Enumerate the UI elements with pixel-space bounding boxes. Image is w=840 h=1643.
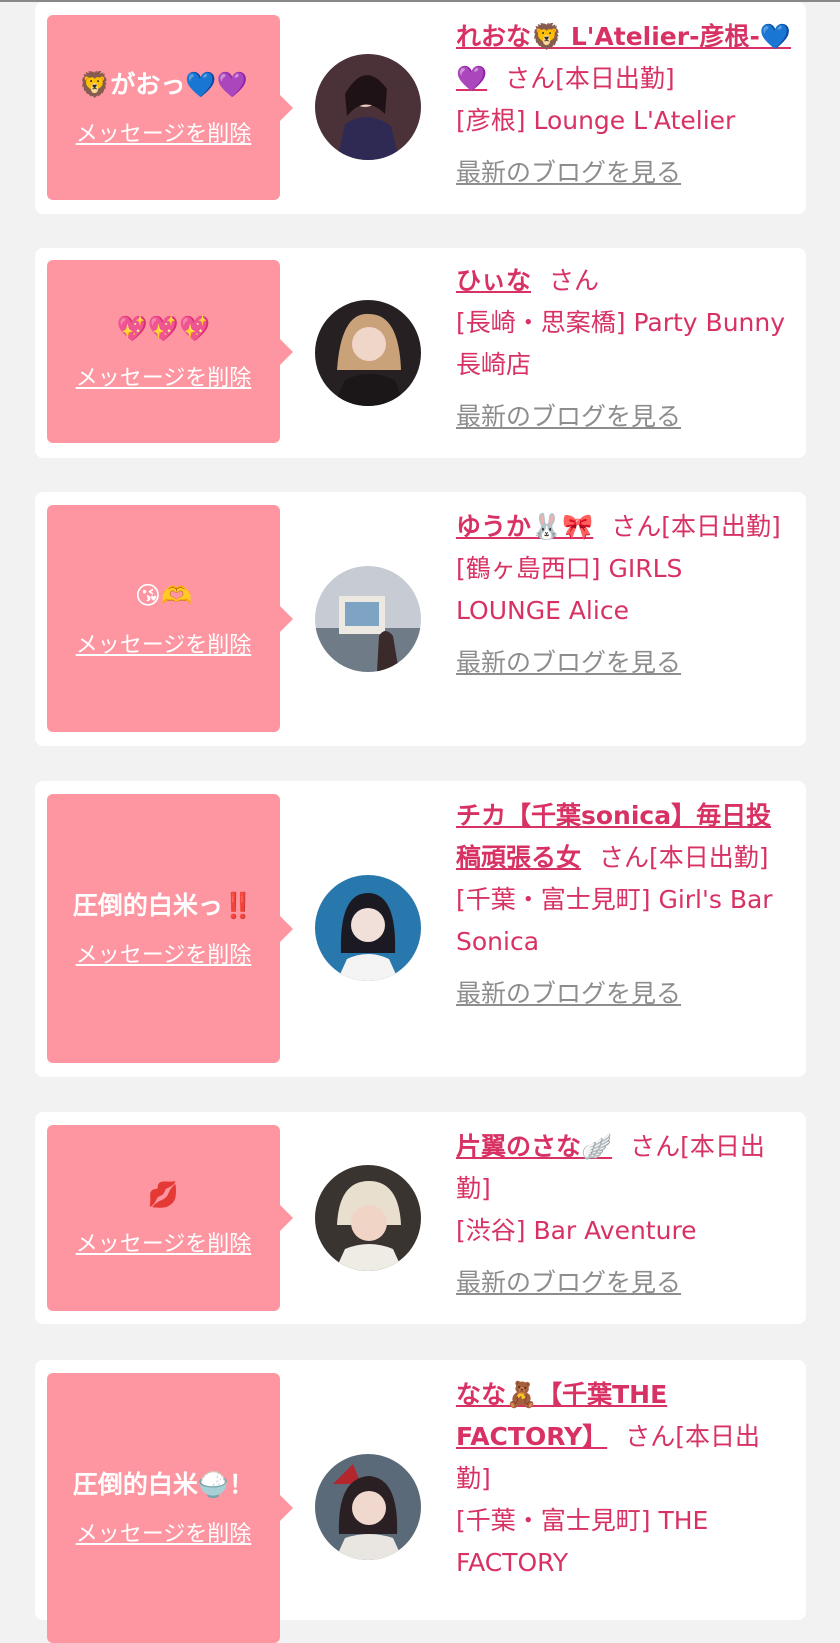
message-card: 💋 メッセージを削除 片翼のさな🪽 さん[本日出勤] [渋谷] Bar Avent… <box>35 1112 806 1324</box>
message-list: 🦁がおっ💙💜 メッセージを削除 れおな🦁 L'Atelier-彦根-💙💜 さん[本… <box>0 2 840 1643</box>
avatar-photo <box>315 1165 421 1271</box>
message-bubble: 😘🫶 メッセージを削除 <box>47 505 280 732</box>
message-bubble: 圧倒的白米🍚！ メッセージを削除 <box>47 1373 280 1643</box>
shop-name: [彦根] Lounge L'Atelier <box>456 106 736 135</box>
delete-message-link[interactable]: メッセージを削除 <box>76 1516 252 1548</box>
avatar[interactable] <box>315 1454 421 1560</box>
avatar-photo <box>315 875 421 981</box>
message-text: 🦁がおっ💙💜 <box>79 69 248 99</box>
avatar[interactable] <box>315 300 421 406</box>
cast-name-link[interactable]: ゆうか🐰🎀 <box>456 512 593 541</box>
delete-message-link[interactable]: メッセージを削除 <box>76 627 252 659</box>
cast-name-link[interactable]: 片翼のさな🪽 <box>456 1132 612 1161</box>
cast-info: ひぃな さん [長崎・思案橋] Party Bunny 長崎店 最新のブログを見る <box>456 260 792 438</box>
cast-honorific: さん[本日出勤] <box>599 843 769 872</box>
message-bubble: 圧倒的白米っ‼️ メッセージを削除 <box>47 794 280 1063</box>
cast-info: 片翼のさな🪽 さん[本日出勤] [渋谷] Bar Aventure 最新のブログを… <box>456 1126 792 1304</box>
avatar-photo <box>315 54 421 160</box>
message-text: 💋 <box>147 1180 180 1209</box>
delete-message-link[interactable]: メッセージを削除 <box>76 937 252 969</box>
avatar-photo <box>315 300 421 406</box>
message-card: 💖💖💖 メッセージを削除 ひぃな さん [長崎・思案橋] Party Bunny … <box>35 248 806 458</box>
cast-info: なな🧸【千葉THE FACTORY】 さん[本日出勤] [千葉・富士見町] THE… <box>456 1374 792 1584</box>
message-card: 圧倒的白米🍚！ メッセージを削除 なな🧸【千葉THE FACTORY】 さん[本日… <box>35 1360 806 1643</box>
avatar[interactable] <box>315 1165 421 1271</box>
avatar[interactable] <box>315 54 421 160</box>
avatar-photo <box>315 566 421 672</box>
shop-name: [千葉・富士見町] Girl's Bar Sonica <box>456 885 773 956</box>
message-bubble: 🦁がおっ💙💜 メッセージを削除 <box>47 15 280 200</box>
message-bubble: 💖💖💖 メッセージを削除 <box>47 260 280 443</box>
avatar-photo <box>315 1454 421 1560</box>
delete-message-link[interactable]: メッセージを削除 <box>76 116 252 148</box>
latest-blog-link[interactable]: 最新のブログを見る <box>456 642 792 684</box>
latest-blog-link[interactable]: 最新のブログを見る <box>456 152 792 194</box>
latest-blog-link[interactable]: 最新のブログを見る <box>456 396 792 438</box>
delete-message-link[interactable]: メッセージを削除 <box>76 1226 252 1258</box>
avatar[interactable] <box>315 875 421 981</box>
message-card: 🦁がおっ💙💜 メッセージを削除 れおな🦁 L'Atelier-彦根-💙💜 さん[本… <box>35 2 806 214</box>
message-card: 圧倒的白米っ‼️ メッセージを削除 チカ【千葉sonica】毎日投稿頑張る女 さん… <box>35 781 806 1077</box>
shop-name: [長崎・思案橋] Party Bunny 長崎店 <box>456 308 786 379</box>
shop-name: [千葉・富士見町] THE FACTORY <box>456 1506 709 1577</box>
cast-info: れおな🦁 L'Atelier-彦根-💙💜 さん[本日出勤] [彦根] Lounge… <box>456 16 792 194</box>
message-text: 😘🫶 <box>134 580 193 610</box>
message-bubble: 💋 メッセージを削除 <box>47 1125 280 1311</box>
cast-honorific: さん[本日出勤] <box>505 64 675 93</box>
shop-name: [鶴ヶ島西口] GIRLS LOUNGE Alice <box>456 554 683 625</box>
delete-message-link[interactable]: メッセージを削除 <box>76 360 252 392</box>
cast-info: ゆうか🐰🎀 さん[本日出勤] [鶴ヶ島西口] GIRLS LOUNGE Alice… <box>456 506 792 684</box>
message-card: 😘🫶 メッセージを削除 ゆうか🐰🎀 さん[本日出勤] [鶴ヶ島西口] GIRLS … <box>35 492 806 746</box>
latest-blog-link[interactable]: 最新のブログを見る <box>456 973 792 1015</box>
cast-honorific: さん[本日出勤] <box>611 512 781 541</box>
cast-info: チカ【千葉sonica】毎日投稿頑張る女 さん[本日出勤] [千葉・富士見町] G… <box>456 795 792 1015</box>
avatar[interactable] <box>315 566 421 672</box>
message-text: 💖💖💖 <box>116 313 211 343</box>
shop-name: [渋谷] Bar Aventure <box>456 1216 697 1245</box>
message-text: 圧倒的白米っ‼️ <box>72 890 255 920</box>
cast-name-link[interactable]: ひぃな <box>456 266 531 295</box>
latest-blog-link[interactable]: 最新のブログを見る <box>456 1262 792 1304</box>
message-text: 圧倒的白米🍚！ <box>72 1470 255 1499</box>
cast-honorific: さん <box>549 266 600 295</box>
